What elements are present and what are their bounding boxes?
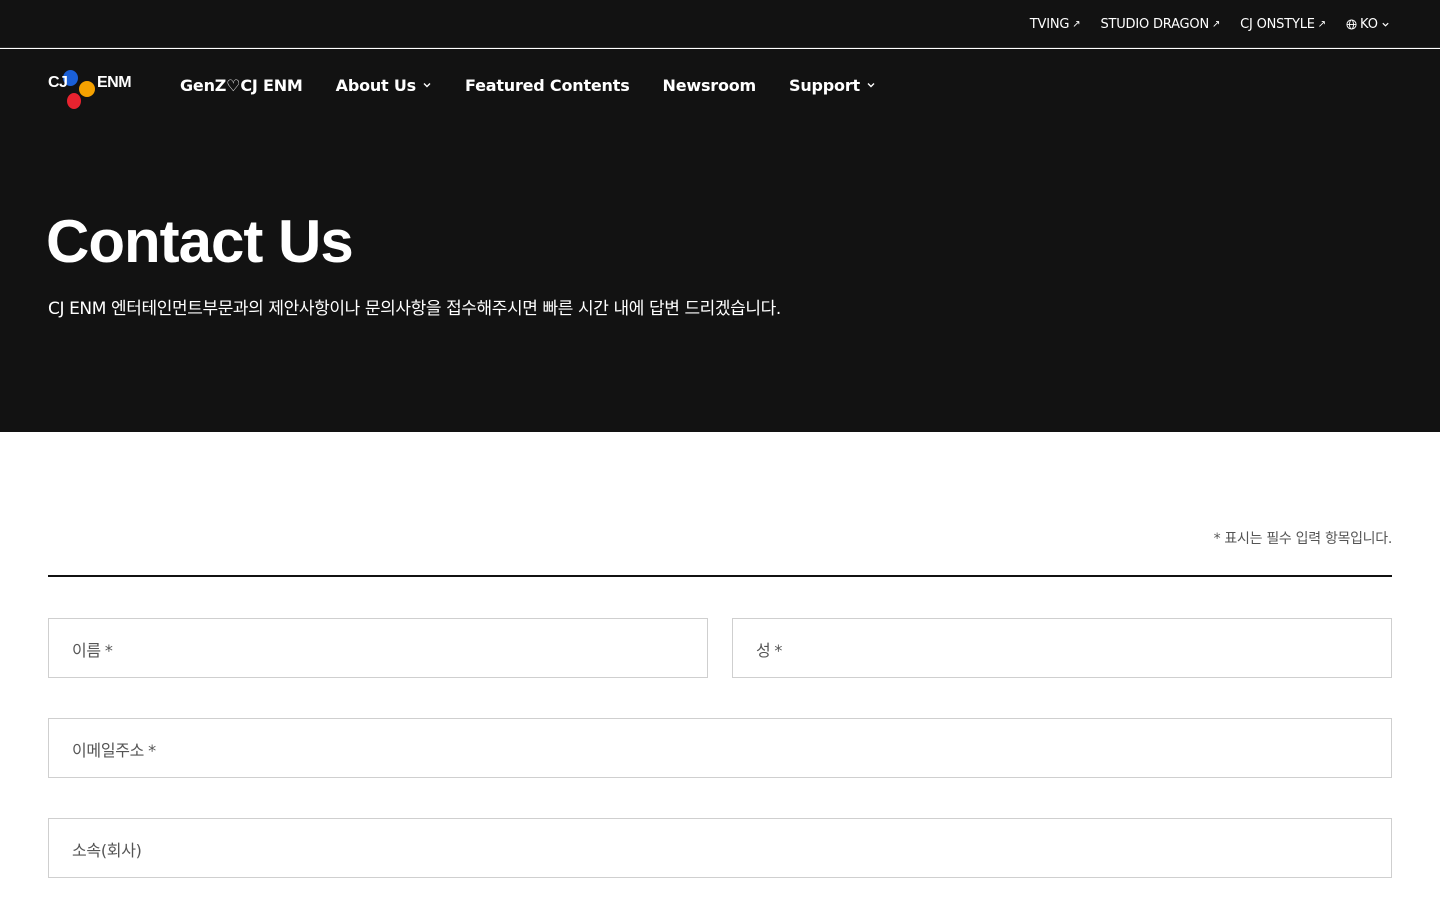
required-marker: * bbox=[148, 741, 156, 760]
util-link-label: CJ ONSTYLE bbox=[1240, 16, 1315, 32]
nav-menu: GenZ♡CJ ENM About Us Featured Contents N… bbox=[180, 49, 876, 121]
logo-enm-text: ENM bbox=[97, 74, 132, 91]
page-title: Contact Us bbox=[46, 208, 354, 275]
external-link-icon: ↗ bbox=[1072, 18, 1081, 30]
nav-item-label: Featured Contents bbox=[465, 75, 630, 95]
required-marker: * bbox=[104, 641, 113, 660]
language-current: KO bbox=[1359, 16, 1378, 32]
first-name-label: 이름 bbox=[72, 641, 101, 660]
field-label: 이름 * bbox=[72, 637, 113, 661]
util-link-tving[interactable]: TVING ↗ bbox=[1030, 17, 1081, 32]
chevron-down-icon bbox=[867, 83, 875, 88]
external-link-icon: ↗ bbox=[1317, 18, 1326, 30]
required-marker: * bbox=[774, 641, 783, 660]
chevron-down-icon bbox=[423, 83, 431, 88]
nav-item-label: About Us bbox=[335, 75, 417, 95]
form-divider bbox=[48, 575, 1392, 577]
nav-item-genz[interactable]: GenZ♡CJ ENM bbox=[180, 76, 303, 95]
util-link-studio-dragon[interactable]: STUDIO DRAGON ↗ bbox=[1100, 17, 1220, 32]
field-label: 이메일주소 * bbox=[72, 737, 156, 761]
company-field[interactable]: 소속(회사) bbox=[48, 818, 1392, 878]
logo-orange-dot bbox=[79, 81, 95, 97]
cj-enm-logo[interactable]: CJ ENM bbox=[48, 59, 134, 109]
nav-item-support[interactable]: Support bbox=[789, 76, 876, 95]
last-name-label: 성 bbox=[756, 641, 771, 660]
company-label: 소속(회사) bbox=[72, 841, 142, 860]
logo-cj-text: CJ bbox=[48, 74, 68, 91]
chevron-down-icon bbox=[1382, 22, 1389, 27]
utility-links: TVING ↗ STUDIO DRAGON ↗ CJ ONSTYLE ↗ KO bbox=[1030, 0, 1390, 48]
page-subtitle: CJ ENM 엔터테인먼트부문과의 제안사항이나 문의사항을 접수해주시면 빠른… bbox=[48, 299, 781, 319]
util-link-label: TVING bbox=[1029, 16, 1070, 32]
nav-item-label: GenZ♡CJ ENM bbox=[180, 75, 303, 95]
nav-item-label: Support bbox=[789, 75, 860, 95]
logo-red-dot bbox=[67, 93, 81, 109]
required-note: * 표시는 필수 입력 항목입니다. bbox=[1213, 531, 1393, 547]
util-link-label: STUDIO DRAGON bbox=[1100, 16, 1209, 32]
last-name-field[interactable]: 성 * bbox=[732, 618, 1392, 678]
email-field[interactable]: 이메일주소 * bbox=[48, 718, 1392, 778]
email-label: 이메일주소 bbox=[72, 741, 145, 760]
utility-bar: TVING ↗ STUDIO DRAGON ↗ CJ ONSTYLE ↗ KO bbox=[0, 0, 1440, 48]
main-navigation: CJ ENM GenZ♡CJ ENM About Us Featured Con… bbox=[0, 49, 1440, 121]
nav-item-newsroom[interactable]: Newsroom bbox=[663, 76, 757, 95]
globe-icon bbox=[1346, 18, 1357, 30]
external-link-icon: ↗ bbox=[1211, 18, 1221, 30]
nav-item-about-us[interactable]: About Us bbox=[336, 76, 432, 95]
hero-section: Contact Us CJ ENM 엔터테인먼트부문과의 제안사항이나 문의사항… bbox=[0, 121, 1440, 432]
language-selector[interactable]: KO bbox=[1346, 17, 1390, 32]
util-link-cj-onstyle[interactable]: CJ ONSTYLE ↗ bbox=[1240, 17, 1326, 32]
field-label: 성 * bbox=[756, 637, 782, 661]
nav-item-featured-contents[interactable]: Featured Contents bbox=[465, 76, 630, 95]
nav-item-label: Newsroom bbox=[662, 75, 757, 95]
field-label: 소속(회사) bbox=[72, 837, 142, 861]
first-name-field[interactable]: 이름 * bbox=[48, 618, 708, 678]
